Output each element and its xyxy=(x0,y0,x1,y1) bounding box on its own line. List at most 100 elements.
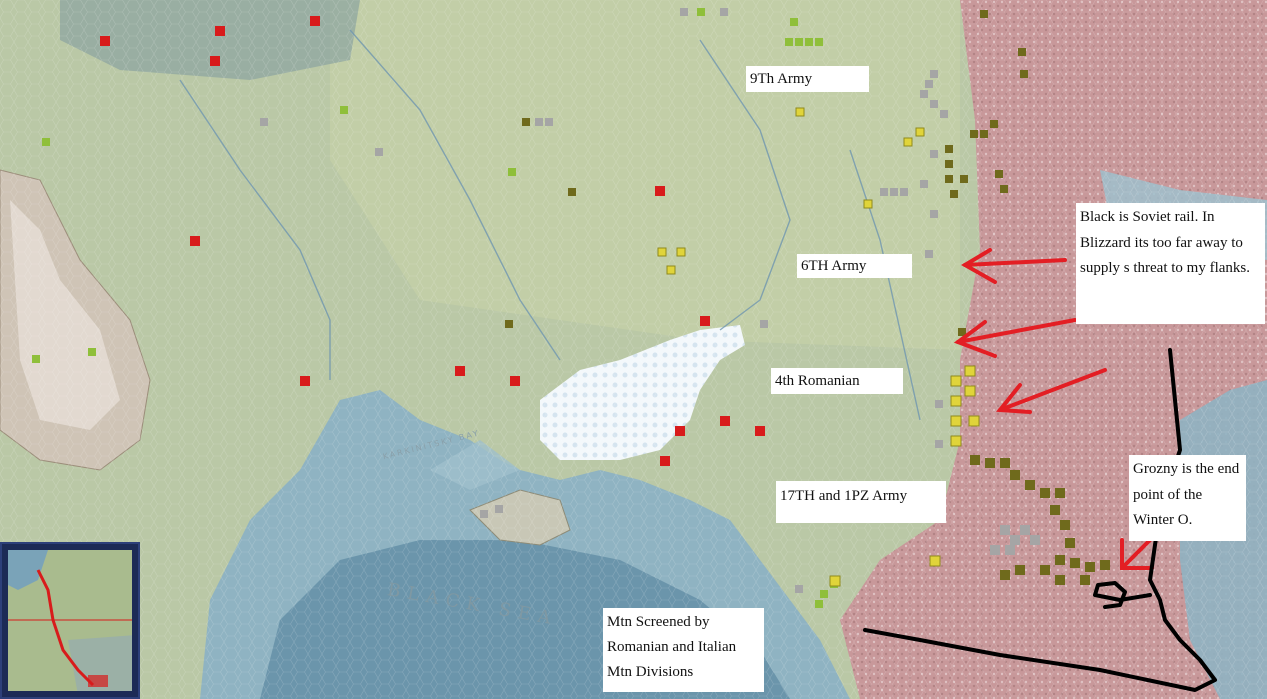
grey-unit[interactable] xyxy=(1030,535,1040,545)
grey-unit[interactable] xyxy=(925,250,933,258)
soviet-unit[interactable] xyxy=(970,130,978,138)
soviet-unit[interactable] xyxy=(505,320,513,328)
axis-unit[interactable] xyxy=(300,376,310,386)
soviet-unit[interactable] xyxy=(1100,560,1110,570)
grey-unit[interactable] xyxy=(495,505,503,513)
soviet-unit[interactable] xyxy=(1055,555,1065,565)
yellow-unit[interactable] xyxy=(929,555,941,567)
allied-unit[interactable] xyxy=(340,106,348,114)
axis-unit[interactable] xyxy=(510,376,520,386)
grey-unit[interactable] xyxy=(1005,545,1015,555)
allied-unit[interactable] xyxy=(32,355,40,363)
yellow-unit[interactable] xyxy=(964,365,976,377)
grey-unit[interactable] xyxy=(1020,525,1030,535)
soviet-unit[interactable] xyxy=(945,175,953,183)
grey-unit[interactable] xyxy=(900,188,908,196)
grey-unit[interactable] xyxy=(930,210,938,218)
axis-unit[interactable] xyxy=(215,26,225,36)
allied-unit[interactable] xyxy=(820,590,828,598)
yellow-unit[interactable] xyxy=(950,435,962,447)
minimap-view[interactable] xyxy=(8,550,132,691)
yellow-unit[interactable] xyxy=(666,265,676,275)
soviet-unit[interactable] xyxy=(1010,470,1020,480)
soviet-unit[interactable] xyxy=(1070,558,1080,568)
strategic-map[interactable]: BLACK SEA KARKINITSKY BAY xyxy=(0,0,1267,699)
soviet-unit[interactable] xyxy=(990,120,998,128)
yellow-unit[interactable] xyxy=(950,395,962,407)
axis-unit[interactable] xyxy=(720,416,730,426)
allied-unit[interactable] xyxy=(815,38,823,46)
axis-unit[interactable] xyxy=(655,186,665,196)
soviet-unit[interactable] xyxy=(1000,570,1010,580)
axis-unit[interactable] xyxy=(660,456,670,466)
soviet-unit[interactable] xyxy=(950,190,958,198)
soviet-unit[interactable] xyxy=(980,10,988,18)
grey-unit[interactable] xyxy=(935,400,943,408)
axis-unit[interactable] xyxy=(100,36,110,46)
yellow-unit[interactable] xyxy=(903,137,913,147)
yellow-unit[interactable] xyxy=(829,575,841,587)
grey-unit[interactable] xyxy=(375,148,383,156)
soviet-unit[interactable] xyxy=(995,170,1003,178)
grey-unit[interactable] xyxy=(545,118,553,126)
soviet-unit[interactable] xyxy=(1055,575,1065,585)
allied-unit[interactable] xyxy=(88,348,96,356)
soviet-unit[interactable] xyxy=(568,188,576,196)
soviet-unit[interactable] xyxy=(980,130,988,138)
yellow-unit[interactable] xyxy=(676,247,686,257)
grey-unit[interactable] xyxy=(260,118,268,126)
yellow-unit[interactable] xyxy=(795,107,805,117)
soviet-unit[interactable] xyxy=(985,458,995,468)
yellow-unit[interactable] xyxy=(915,127,925,137)
soviet-unit[interactable] xyxy=(1040,565,1050,575)
allied-unit[interactable] xyxy=(508,168,516,176)
soviet-unit[interactable] xyxy=(1015,565,1025,575)
grey-unit[interactable] xyxy=(935,440,943,448)
yellow-unit[interactable] xyxy=(950,375,962,387)
minimap[interactable] xyxy=(0,542,140,699)
allied-unit[interactable] xyxy=(42,138,50,146)
grey-unit[interactable] xyxy=(1010,535,1020,545)
yellow-unit[interactable] xyxy=(968,415,980,427)
soviet-unit[interactable] xyxy=(1000,185,1008,193)
grey-unit[interactable] xyxy=(880,188,888,196)
grey-unit[interactable] xyxy=(930,100,938,108)
allied-unit[interactable] xyxy=(815,600,823,608)
allied-unit[interactable] xyxy=(795,38,803,46)
grey-unit[interactable] xyxy=(990,545,1000,555)
axis-unit[interactable] xyxy=(700,316,710,326)
allied-unit[interactable] xyxy=(697,8,705,16)
grey-unit[interactable] xyxy=(920,90,928,98)
yellow-unit[interactable] xyxy=(950,415,962,427)
soviet-unit[interactable] xyxy=(1040,488,1050,498)
grey-unit[interactable] xyxy=(890,188,898,196)
yellow-unit[interactable] xyxy=(863,199,873,209)
axis-unit[interactable] xyxy=(190,236,200,246)
grey-unit[interactable] xyxy=(1000,525,1010,535)
grey-unit[interactable] xyxy=(535,118,543,126)
soviet-unit[interactable] xyxy=(1018,48,1026,56)
axis-unit[interactable] xyxy=(455,366,465,376)
grey-unit[interactable] xyxy=(480,510,488,518)
yellow-unit[interactable] xyxy=(964,385,976,397)
soviet-unit[interactable] xyxy=(945,160,953,168)
allied-unit[interactable] xyxy=(785,38,793,46)
soviet-unit[interactable] xyxy=(1055,488,1065,498)
grey-unit[interactable] xyxy=(925,80,933,88)
grey-unit[interactable] xyxy=(930,70,938,78)
soviet-unit[interactable] xyxy=(970,455,980,465)
soviet-unit[interactable] xyxy=(1085,562,1095,572)
soviet-unit[interactable] xyxy=(1025,480,1035,490)
axis-unit[interactable] xyxy=(675,426,685,436)
axis-unit[interactable] xyxy=(755,426,765,436)
soviet-unit[interactable] xyxy=(1000,458,1010,468)
soviet-unit[interactable] xyxy=(945,145,953,153)
axis-unit[interactable] xyxy=(210,56,220,66)
soviet-unit[interactable] xyxy=(1020,70,1028,78)
grey-unit[interactable] xyxy=(940,110,948,118)
grey-unit[interactable] xyxy=(760,320,768,328)
soviet-unit[interactable] xyxy=(960,175,968,183)
soviet-unit[interactable] xyxy=(1060,520,1070,530)
allied-unit[interactable] xyxy=(790,18,798,26)
axis-unit[interactable] xyxy=(310,16,320,26)
